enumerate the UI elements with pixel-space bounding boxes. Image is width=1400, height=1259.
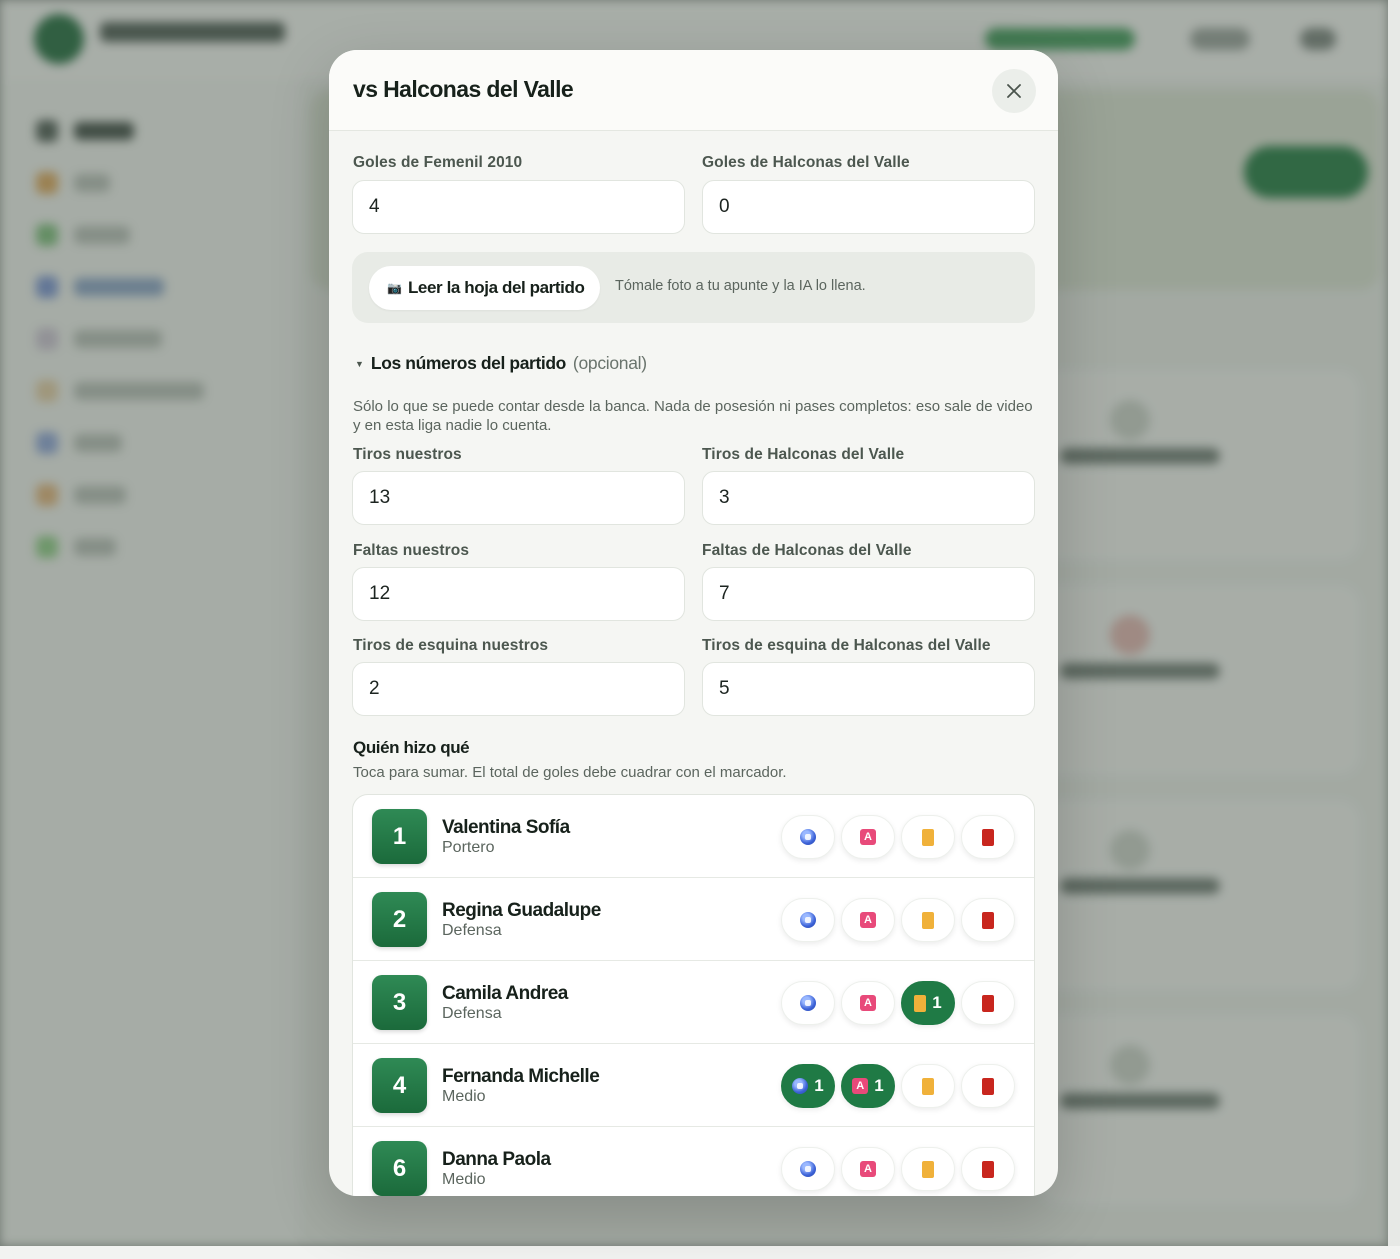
red-card-icon <box>982 1160 994 1178</box>
red-card-button[interactable] <box>961 815 1015 859</box>
goal-ball-icon <box>800 1161 816 1177</box>
player-name: Danna Paola <box>442 1149 551 1170</box>
red-card-icon <box>982 994 994 1012</box>
goal-ball-icon <box>800 995 816 1011</box>
goal-button[interactable]: 1 <box>781 1064 835 1108</box>
fouls-home-input[interactable] <box>352 567 685 621</box>
yellow-card-icon <box>922 1077 934 1095</box>
player-number-badge: 2 <box>372 892 427 947</box>
ai-reader-hint: Tómale foto a tu apunte y la IA lo llena… <box>615 278 866 294</box>
assist-icon: A <box>860 912 876 928</box>
player-name: Regina Guadalupe <box>442 900 601 921</box>
player-name: Camila Andrea <box>442 983 568 1004</box>
goal-button[interactable] <box>781 898 835 942</box>
goal-button[interactable] <box>781 815 835 859</box>
player-number-badge: 3 <box>372 975 427 1030</box>
yellow-card-button[interactable]: 1 <box>901 981 955 1025</box>
yellow-card-icon <box>922 911 934 929</box>
red-card-button[interactable] <box>961 1064 1015 1108</box>
goal-button[interactable] <box>781 981 835 1025</box>
shots-away-input[interactable] <box>702 471 1035 525</box>
player-position: Medio <box>442 1088 486 1105</box>
player-row: 3 Camila Andrea Defensa A 1 <box>353 961 1034 1044</box>
player-number-badge: 4 <box>372 1058 427 1113</box>
player-row: 1 Valentina Sofía Portero A <box>353 795 1034 878</box>
yellow-card-button[interactable] <box>901 898 955 942</box>
who-did-what-title: Quién hizo qué <box>353 738 470 757</box>
shots-home-label: Tiros nuestros <box>353 446 462 463</box>
away-goals-input[interactable] <box>702 180 1035 234</box>
player-number-badge: 1 <box>372 809 427 864</box>
triangle-down-icon: ▼ <box>355 358 364 369</box>
goal-ball-icon <box>800 829 816 845</box>
player-number-badge: 6 <box>372 1141 427 1196</box>
corners-away-label: Tiros de esquina de Halconas del Valle <box>702 637 991 654</box>
match-result-modal: vs Halconas del Valle Goles de Femenil 2… <box>329 50 1058 1196</box>
match-stats-title: Los números del partido <box>370 353 566 373</box>
who-did-what-description: Toca para sumar. El total de goles debe … <box>353 764 787 781</box>
read-match-sheet-label: Leer la hoja del partido <box>407 278 585 297</box>
camera-icon: 📷 <box>387 281 402 295</box>
home-goals-label: Goles de Femenil 2010 <box>353 154 523 171</box>
yellow-card-button[interactable] <box>901 815 955 859</box>
assist-button[interactable]: A <box>841 1147 895 1191</box>
player-name: Fernanda Michelle <box>442 1066 600 1087</box>
assist-icon: A <box>860 1161 876 1177</box>
stat-count: 1 <box>874 1076 884 1095</box>
red-card-icon <box>982 911 994 929</box>
assist-button[interactable]: A1 <box>841 1064 895 1108</box>
fouls-away-label: Faltas de Halconas del Valle <box>702 542 912 559</box>
corners-home-input[interactable] <box>352 662 685 716</box>
modal-header: vs Halconas del Valle <box>329 50 1058 131</box>
player-position: Defensa <box>442 922 502 939</box>
corners-home-label: Tiros de esquina nuestros <box>353 637 549 654</box>
goal-ball-icon <box>800 912 816 928</box>
ai-reader-panel: 📷 Leer la hoja del partido Tómale foto a… <box>352 252 1035 323</box>
red-card-icon <box>982 1077 994 1095</box>
page-scrollbar[interactable] <box>1388 0 1400 1246</box>
player-name: Valentina Sofía <box>442 817 570 838</box>
player-row: 6 Danna Paola Medio A <box>353 1127 1034 1196</box>
assist-icon: A <box>860 829 876 845</box>
bottom-strip <box>0 1246 1400 1259</box>
red-card-button[interactable] <box>961 1147 1015 1191</box>
assist-icon: A <box>860 995 876 1011</box>
corners-away-input[interactable] <box>702 662 1035 716</box>
yellow-card-icon <box>922 828 934 846</box>
stat-count: 1 <box>814 1076 824 1095</box>
close-button[interactable] <box>992 69 1036 113</box>
red-card-button[interactable] <box>961 981 1015 1025</box>
read-match-sheet-button[interactable]: 📷 Leer la hoja del partido <box>369 266 601 310</box>
player-position: Defensa <box>442 1005 502 1022</box>
player-position: Medio <box>442 1171 486 1188</box>
yellow-card-button[interactable] <box>901 1147 955 1191</box>
player-position: Portero <box>442 839 495 856</box>
red-card-button[interactable] <box>961 898 1015 942</box>
fouls-away-input[interactable] <box>702 567 1035 621</box>
shots-home-input[interactable] <box>352 471 685 525</box>
player-row: 2 Regina Guadalupe Defensa A <box>353 878 1034 961</box>
assist-button[interactable]: A <box>841 981 895 1025</box>
stat-count: 1 <box>932 993 942 1012</box>
match-stats-description: Sólo lo que se puede contar desde la ban… <box>353 398 1033 434</box>
match-stats-toggle[interactable]: ▼ Los números del partido (opcional) <box>355 353 647 374</box>
goal-ball-icon <box>792 1078 809 1094</box>
player-row: 4 Fernanda Michelle Medio 1 A 1 <box>353 1044 1034 1127</box>
goal-button[interactable] <box>781 1147 835 1191</box>
close-icon <box>1007 84 1021 98</box>
yellow-card-icon <box>922 1160 934 1178</box>
modal-title: vs Halconas del Valle <box>353 76 574 102</box>
red-card-icon <box>982 828 994 846</box>
fouls-home-label: Faltas nuestros <box>353 542 470 559</box>
away-goals-label: Goles de Halconas del Valle <box>702 154 910 171</box>
assist-button[interactable]: A <box>841 815 895 859</box>
yellow-card-icon <box>914 994 927 1012</box>
assist-icon: A <box>852 1078 869 1094</box>
home-goals-input[interactable] <box>352 180 685 234</box>
shots-away-label: Tiros de Halconas del Valle <box>702 446 905 463</box>
match-stats-optional: (opcional) <box>572 353 647 373</box>
player-list: 1 Valentina Sofía Portero A 2 Regina Guadalup… <box>352 794 1035 1196</box>
assist-button[interactable]: A <box>841 898 895 942</box>
yellow-card-button[interactable] <box>901 1064 955 1108</box>
